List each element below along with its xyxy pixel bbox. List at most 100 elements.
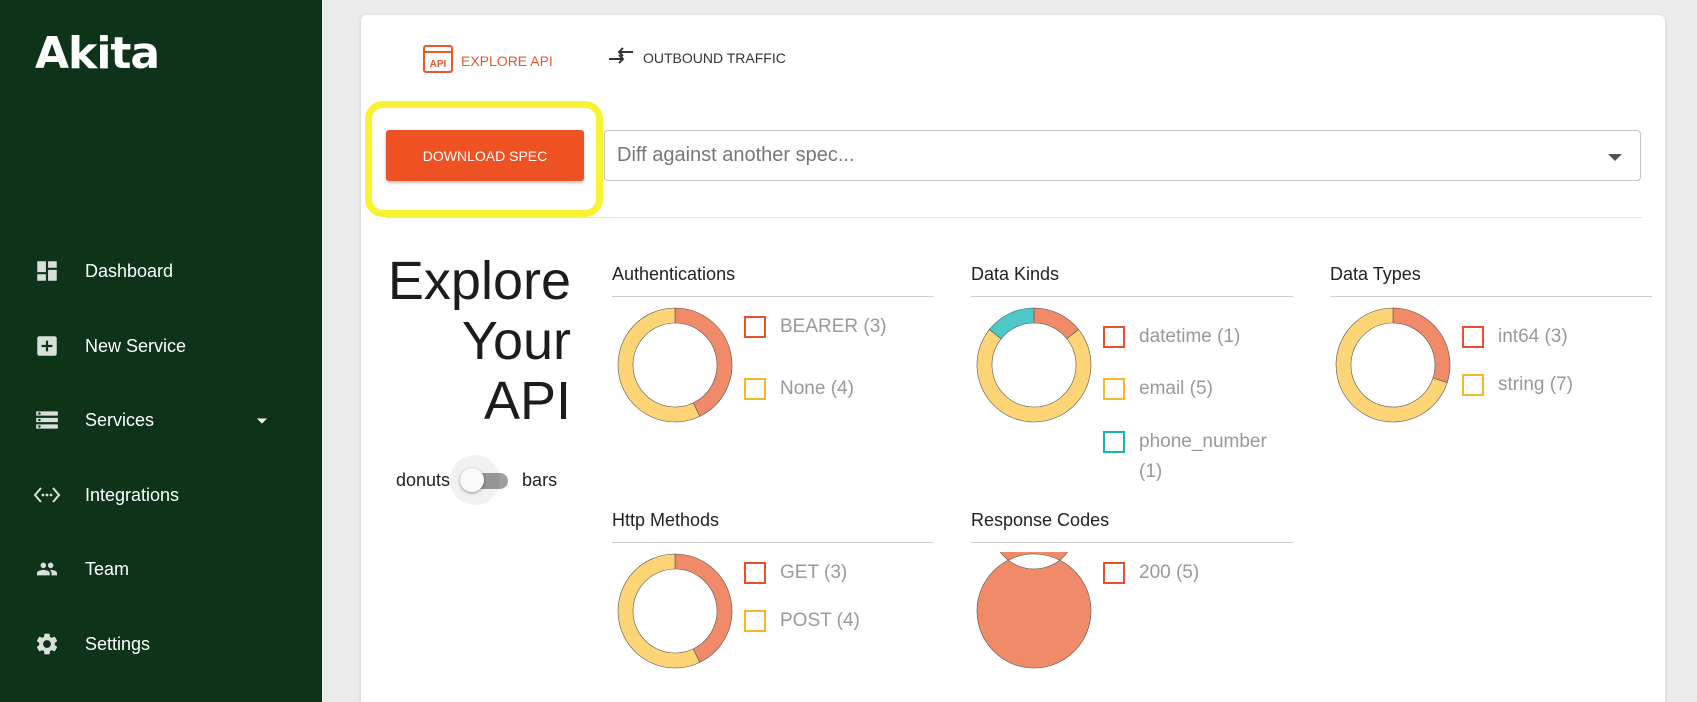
- donut-chart: [976, 552, 1092, 669]
- akita-logo[interactable]: Akita: [35, 28, 160, 79]
- title-line: Explore: [387, 251, 571, 311]
- legend-checkbox[interactable]: [1103, 378, 1125, 400]
- legend-label: BEARER (3): [780, 316, 887, 337]
- chart-title-rule: [612, 542, 934, 543]
- chart-panel-authentications: Authentications BEARER (3) None (4): [612, 264, 934, 484]
- dashboard-icon: [33, 257, 61, 285]
- legend-item[interactable]: None (4): [744, 374, 920, 404]
- legend-label: None (4): [780, 378, 854, 399]
- diff-spec-placeholder: Diff against another spec...: [617, 144, 855, 166]
- title-line: API: [483, 371, 571, 431]
- svg-text:API: API: [430, 59, 447, 70]
- sidebar-item-label: Settings: [85, 633, 151, 654]
- legend-item[interactable]: email (5): [1103, 374, 1279, 404]
- donut-slice[interactable]: [1033, 307, 1079, 340]
- legend-item[interactable]: string (7): [1462, 370, 1638, 400]
- legend-checkbox[interactable]: [1462, 374, 1484, 396]
- download-spec-button[interactable]: DOWNLOAD SPEC: [386, 130, 584, 181]
- tab-outbound-traffic[interactable]: OUTBOUND TRAFFIC: [607, 45, 786, 70]
- donut-slice[interactable]: [976, 552, 1092, 669]
- sidebar-item-label: New Service: [85, 335, 187, 356]
- chart-title: Data Kinds: [971, 264, 1060, 284]
- tab-label: EXPLORE API: [461, 52, 553, 69]
- sidebar-item-label: Dashboard: [85, 260, 174, 281]
- chart-title: Response Codes: [971, 510, 1110, 530]
- chart-title-rule: [612, 296, 934, 297]
- diff-spec-select[interactable]: Diff against another spec...: [604, 130, 1641, 181]
- storage-icon: [33, 406, 61, 434]
- donut-slice[interactable]: [989, 307, 1035, 340]
- page-title: Explore Your API: [371, 251, 571, 431]
- sidebar-item-new-service[interactable]: New Service: [0, 321, 322, 371]
- legend-label: int64 (3): [1498, 326, 1568, 347]
- legend-label: phone_number (1): [1139, 431, 1267, 482]
- legend-item[interactable]: GET (3): [744, 558, 920, 588]
- legend-checkbox[interactable]: [744, 378, 766, 400]
- sidebar-item-services[interactable]: Services: [0, 395, 322, 445]
- chart-title-rule: [971, 542, 1293, 543]
- donut-slice[interactable]: [1392, 307, 1451, 383]
- swap-arrows-icon: [607, 45, 635, 70]
- donut-chart: [617, 553, 733, 669]
- legend-label: string (7): [1498, 374, 1573, 395]
- legend-item[interactable]: BEARER (3): [744, 312, 890, 342]
- title-line: Your: [461, 311, 571, 371]
- legend-label: GET (3): [780, 562, 848, 583]
- divider: [386, 217, 1642, 218]
- gear-icon: [33, 630, 61, 658]
- sidebar-item-label: Services: [85, 409, 155, 430]
- sidebar-item-label: Integrations: [85, 484, 180, 505]
- donut-slice[interactable]: [674, 553, 733, 663]
- toggle-label-donuts: donuts: [396, 469, 451, 490]
- chart-panel-response-codes: Response Codes 200 (5): [971, 510, 1293, 702]
- legend-item[interactable]: phone_number (1): [1103, 427, 1279, 487]
- chart-panel-data-kinds: Data Kinds datetime (1) email (5) phone_num…: [971, 264, 1293, 484]
- donut-chart: [1335, 307, 1451, 423]
- toggle-label-bars: bars: [522, 469, 558, 490]
- chart-title: Data Types: [1330, 264, 1421, 284]
- chart-title: Authentications: [612, 264, 736, 284]
- legend-label: email (5): [1139, 378, 1213, 399]
- sidebar-item-integrations[interactable]: Integrations: [0, 470, 322, 520]
- sidebar-item-settings[interactable]: Settings: [0, 619, 322, 669]
- donut-slice[interactable]: [674, 307, 733, 417]
- legend-item[interactable]: int64 (3): [1462, 322, 1638, 352]
- code-icon: [33, 481, 61, 509]
- chart-panel-http-methods: Http Methods GET (3) POST (4): [612, 510, 934, 702]
- toggle-knob[interactable]: [460, 468, 485, 492]
- legend-label: POST (4): [780, 610, 860, 631]
- chart-title-rule: [971, 296, 1293, 297]
- chart-panel-data-types: Data Types int64 (3) string (7): [1330, 264, 1652, 484]
- legend-checkbox[interactable]: [744, 562, 766, 584]
- donut-slice[interactable]: [976, 329, 1092, 423]
- tab-label: OUTBOUND TRAFFIC: [643, 49, 786, 66]
- sidebar: Akita Dashboard New Service Services Int…: [0, 0, 322, 702]
- legend-checkbox[interactable]: [1462, 326, 1484, 348]
- donuts-bars-toggle[interactable]: [450, 455, 509, 505]
- sidebar-item-team[interactable]: Team: [0, 544, 322, 594]
- legend-checkbox[interactable]: [1103, 326, 1125, 348]
- legend-item[interactable]: POST (4): [744, 606, 920, 636]
- legend-item[interactable]: datetime (1): [1103, 322, 1279, 352]
- legend-item[interactable]: 200 (5): [1103, 558, 1279, 588]
- legend-checkbox[interactable]: [744, 610, 766, 632]
- donut-chart: [976, 307, 1092, 423]
- people-icon: [33, 555, 61, 583]
- chevron-down-icon: [1608, 150, 1622, 162]
- legend-checkbox[interactable]: [1103, 562, 1125, 584]
- chart-title-rule: [1330, 296, 1652, 297]
- chart-title: Http Methods: [612, 510, 720, 530]
- legend-checkbox[interactable]: [1103, 431, 1125, 453]
- view-toggle-row: donuts bars: [396, 455, 558, 505]
- tab-explore-api[interactable]: API EXPLORE API: [423, 45, 553, 76]
- legend-checkbox[interactable]: [744, 316, 766, 338]
- sidebar-item-label: Team: [85, 558, 130, 579]
- legend-label: datetime (1): [1139, 326, 1241, 347]
- api-icon: API: [423, 45, 453, 76]
- main-card: API EXPLORE API OUTBOUND TRAFFIC DOWNLOA…: [361, 15, 1665, 702]
- legend-label: 200 (5): [1139, 562, 1200, 583]
- add-box-icon: [33, 332, 61, 360]
- chevron-down-icon[interactable]: [256, 414, 268, 426]
- donut-chart: [617, 307, 733, 423]
- sidebar-item-dashboard[interactable]: Dashboard: [0, 246, 322, 296]
